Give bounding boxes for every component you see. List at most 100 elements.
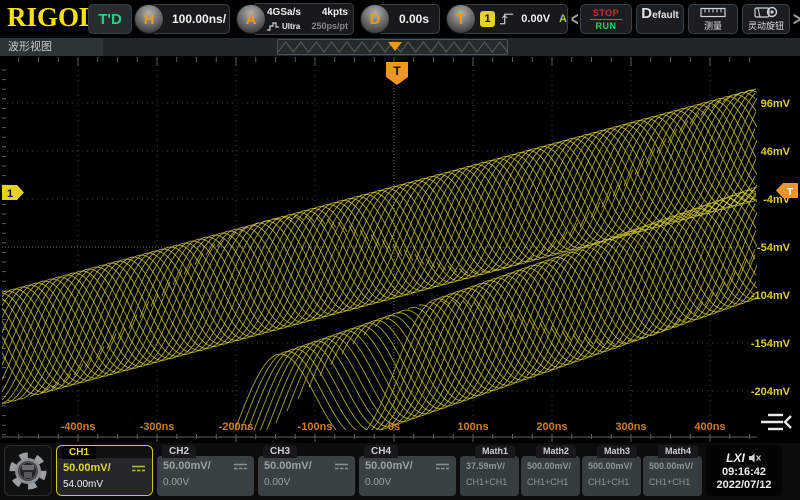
toolbar-scroll-right-icon[interactable]: > — [793, 7, 800, 30]
trigger-source-badge: 1 — [480, 11, 495, 27]
math1-scale: 37.59mV/ — [466, 461, 513, 471]
math-card-math3[interactable]: Math3 500.00mV/ CH1+CH1 — [582, 445, 641, 496]
toolbar-scroll-left-icon[interactable]: < — [571, 7, 579, 30]
svg-text:-54mV: -54mV — [757, 242, 791, 254]
quick-knob-button[interactable]: 灵动旋钮 — [742, 4, 790, 34]
math4-expression: CH1+CH1 — [649, 477, 696, 487]
trigger-position-flag[interactable]: T — [386, 62, 408, 85]
system-date: 2022/07/12 — [716, 479, 771, 491]
math4-tab: Math4 — [658, 445, 698, 458]
top-bar: RIGOL T'D H 100.00ns/ A 4GSa/s 4kpts Ult… — [0, 0, 800, 38]
dc-coupling-icon — [233, 462, 248, 471]
svg-text:46mV: 46mV — [761, 146, 791, 158]
channel-card-ch3[interactable]: CH3 50.00mV/ 0.00V — [258, 445, 355, 496]
trigger-level-letter: T — [787, 187, 793, 198]
svg-text:96mV: 96mV — [761, 98, 791, 110]
default-label-initial: D — [641, 5, 652, 22]
navigation-gear-button[interactable] — [4, 445, 52, 496]
stop-run-button[interactable]: STOP RUN — [580, 4, 632, 34]
dc-coupling-icon — [131, 464, 146, 473]
svg-text:-100ns: -100ns — [298, 421, 333, 433]
ch1-marker-number: 1 — [7, 188, 13, 200]
ch1-waveform-trace — [2, 89, 757, 443]
timebase-overview-strip[interactable] — [277, 39, 508, 55]
trigger-position-indicator[interactable] — [388, 42, 402, 51]
svg-text:-154mV: -154mV — [751, 338, 791, 350]
stop-label: STOP — [593, 8, 619, 18]
ruler-icon — [700, 7, 726, 18]
horizontal-offset: 0.00s — [399, 12, 429, 26]
speaker-muted-icon — [749, 453, 762, 463]
channel-card-ch1[interactable]: CH1 50.00mV/ 54.00mV — [56, 445, 153, 496]
sample-rate: 4GSa/s — [267, 7, 301, 18]
channel-card-ch2[interactable]: CH2 50.00mV/ 0.00V — [157, 445, 254, 496]
tab-waveform-view[interactable]: 波形视图 — [0, 38, 103, 56]
view-tab-bar: 波形视图 — [0, 38, 800, 56]
stop-run-divider — [590, 19, 622, 20]
rising-edge-icon — [499, 12, 514, 26]
ch3-scale: 50.00mV/ — [264, 460, 312, 472]
svg-text:-204mV: -204mV — [751, 386, 791, 398]
math1-tab: Math1 — [475, 445, 515, 458]
acquire-chip[interactable]: 4GSa/s 4kpts Ultra 250ps/pt — [252, 3, 354, 35]
trigger-sweep-mode: A — [559, 13, 567, 25]
svg-text:100ns: 100ns — [457, 421, 488, 433]
math2-scale: 500.00mV/ — [527, 461, 574, 471]
default-label-rest: efault — [652, 10, 679, 21]
memory-depth: 4kpts — [322, 7, 348, 18]
gear-icon — [6, 448, 50, 494]
math3-scale: 500.00mV/ — [588, 461, 635, 471]
rigol-logo: RIGOL — [7, 2, 97, 33]
sample-resolution: 250ps/pt — [311, 21, 348, 31]
math4-scale: 500.00mV/ — [649, 461, 696, 471]
trigger-knob-button[interactable]: T — [446, 4, 476, 34]
waveform-display: 96mV46mV-4mV-54mV-104mV-154mV-204mV-400n… — [0, 56, 800, 443]
channel-status-bar: CH1 50.00mV/ 54.00mV CH2 50.00mV/ — [0, 443, 800, 500]
math3-expression: CH1+CH1 — [588, 477, 635, 487]
svg-text:400ns: 400ns — [694, 421, 725, 433]
svg-text:-200ns: -200ns — [219, 421, 254, 433]
ch1-tab: CH1 — [62, 446, 96, 459]
acquire-mode: Ultra — [282, 22, 300, 31]
svg-text:-300ns: -300ns — [140, 421, 175, 433]
math-card-math1[interactable]: Math1 37.59mV/ CH1+CH1 — [460, 445, 519, 496]
ch2-tab: CH2 — [162, 445, 196, 458]
ch1-offset: 54.00mV — [63, 479, 146, 490]
measure-button[interactable]: 测量 — [688, 4, 738, 34]
math3-tab: Math3 — [597, 445, 637, 458]
channel-card-ch4[interactable]: CH4 50.00mV/ 0.00V — [359, 445, 456, 496]
acquire-knob-button[interactable]: A — [236, 4, 266, 34]
ch2-offset: 0.00V — [163, 477, 248, 488]
math-card-math4[interactable]: Math4 500.00mV/ CH1+CH1 — [643, 445, 702, 496]
lxi-badge: LXI — [726, 451, 745, 465]
ch3-tab: CH3 — [263, 445, 297, 458]
ch1-scale: 50.00mV/ — [63, 462, 111, 474]
svg-text:0s: 0s — [388, 421, 400, 433]
trigger-settings-chip[interactable]: 1 0.00V A — [462, 4, 568, 34]
trigger-status-badge: T'D — [88, 4, 132, 34]
timebase-scale: 100.00ns/ — [172, 12, 226, 26]
measure-label: 测量 — [704, 19, 722, 32]
ch4-tab: CH4 — [364, 445, 398, 458]
trigger-level: 0.00V — [521, 13, 550, 25]
trigger-flag-letter: T — [393, 64, 401, 78]
math-card-math2[interactable]: Math2 500.00mV/ CH1+CH1 — [521, 445, 580, 496]
math1-expression: CH1+CH1 — [466, 477, 513, 487]
math2-tab: Math2 — [536, 445, 576, 458]
dc-coupling-icon — [334, 462, 349, 471]
ch4-offset: 0.00V — [365, 477, 450, 488]
ch2-scale: 50.00mV/ — [163, 460, 211, 472]
svg-text:300ns: 300ns — [615, 421, 646, 433]
default-button[interactable]: Default — [636, 4, 684, 34]
ch1-offset-marker[interactable]: 1 — [2, 185, 24, 200]
menu-collapse-icon[interactable] — [761, 415, 791, 429]
system-time: 09:16:42 — [722, 466, 766, 478]
delay-knob-button[interactable]: D — [360, 4, 390, 34]
flex-knob-icon — [754, 6, 778, 18]
run-label: RUN — [596, 21, 617, 31]
ch3-offset: 0.00V — [264, 477, 349, 488]
dc-coupling-icon — [435, 462, 450, 471]
ch4-scale: 50.00mV/ — [365, 460, 413, 472]
horizontal-knob-button[interactable]: H — [134, 4, 164, 34]
svg-text:-400ns: -400ns — [61, 421, 96, 433]
